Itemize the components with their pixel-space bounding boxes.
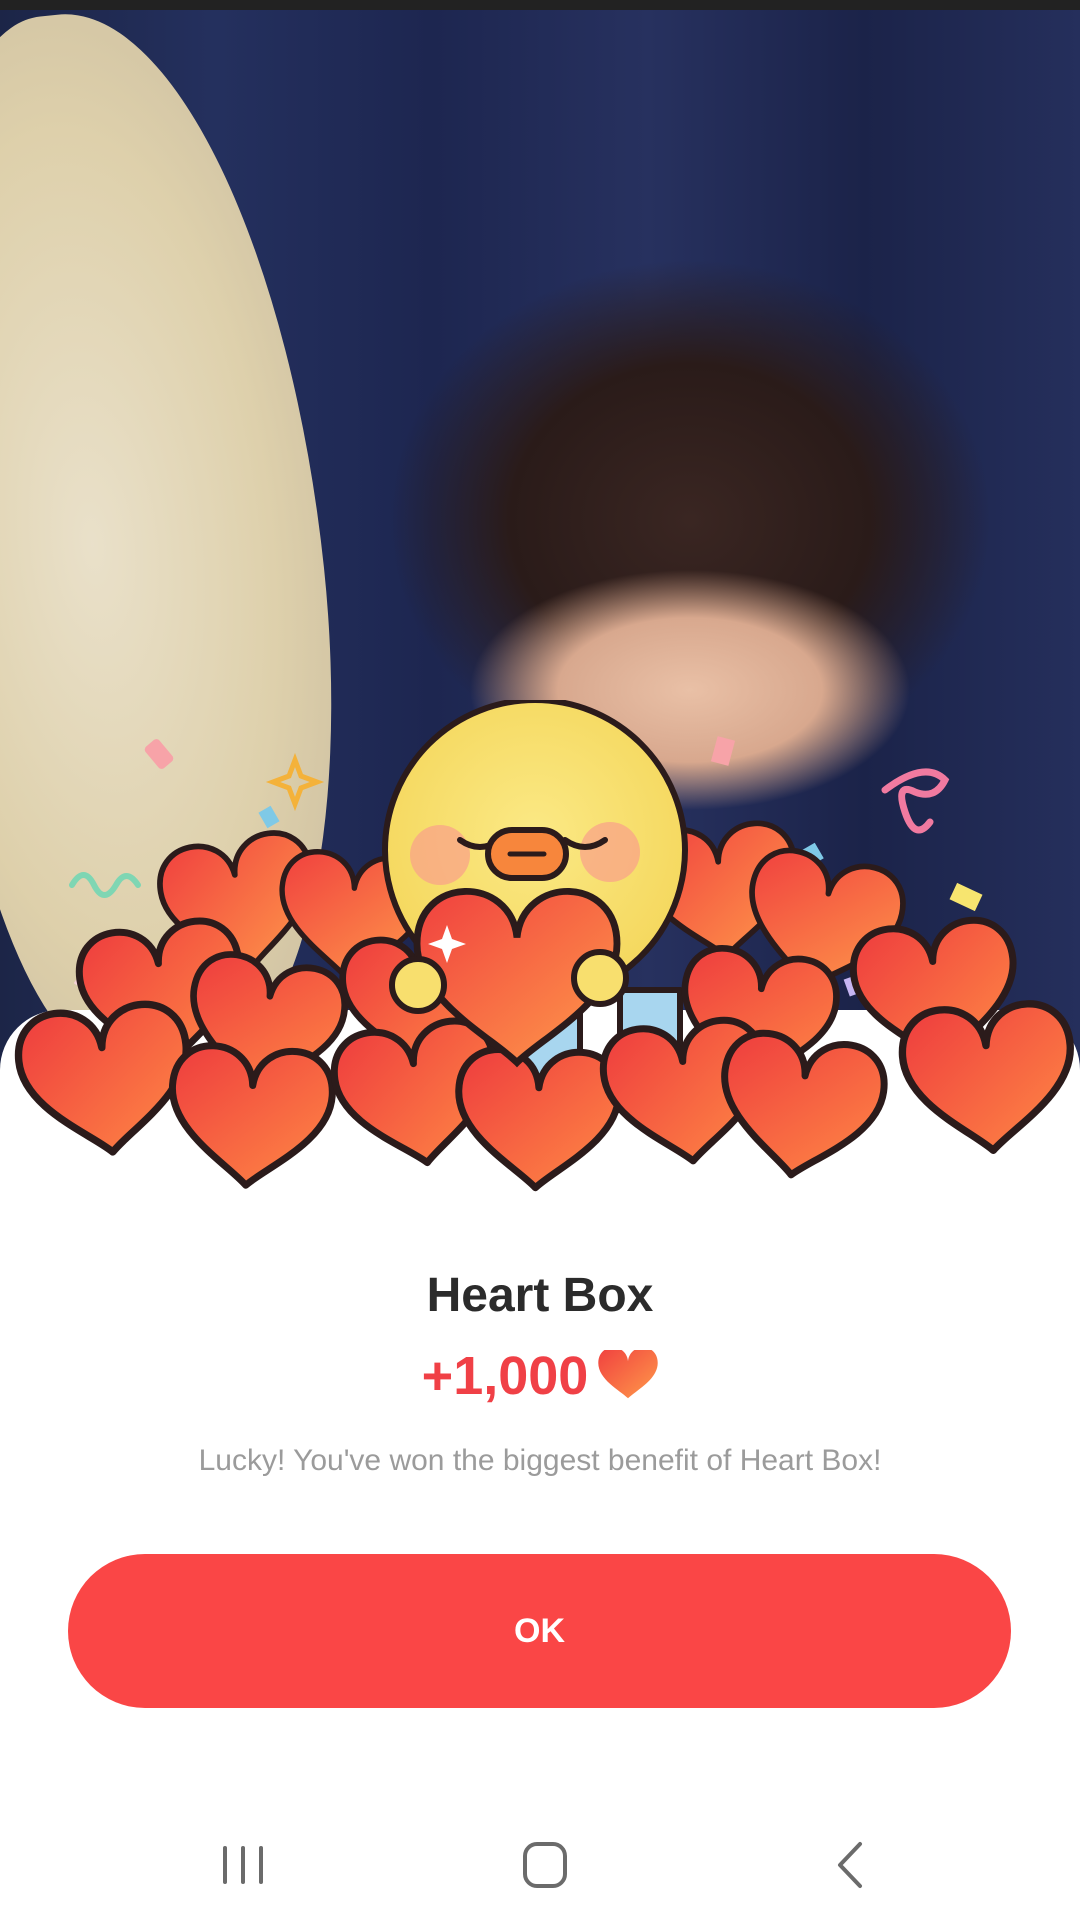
heart-box-illustration (0, 700, 1080, 1220)
home-icon (523, 1842, 567, 1888)
dialog-title: Heart Box (426, 1269, 654, 1322)
recent-apps-button[interactable] (195, 1830, 295, 1900)
reward-amount: +1,000 (421, 1346, 589, 1406)
status-bar-strip (0, 0, 1080, 10)
ok-button[interactable]: OK (68, 1554, 1011, 1708)
heart-box-screen: Heart Box +1,000 Lucky! You've won the b… (0, 0, 1080, 1928)
heart-icon (598, 1350, 659, 1399)
back-button[interactable] (800, 1830, 900, 1900)
reward-amount-row: +1,000 (0, 1345, 1080, 1407)
back-icon (838, 1842, 862, 1888)
system-navigation-bar (0, 1800, 1080, 1928)
home-button[interactable] (495, 1830, 595, 1900)
reward-description: Lucky! You've won the biggest benefit of… (198, 1444, 882, 1477)
recent-apps-icon (223, 1846, 263, 1884)
